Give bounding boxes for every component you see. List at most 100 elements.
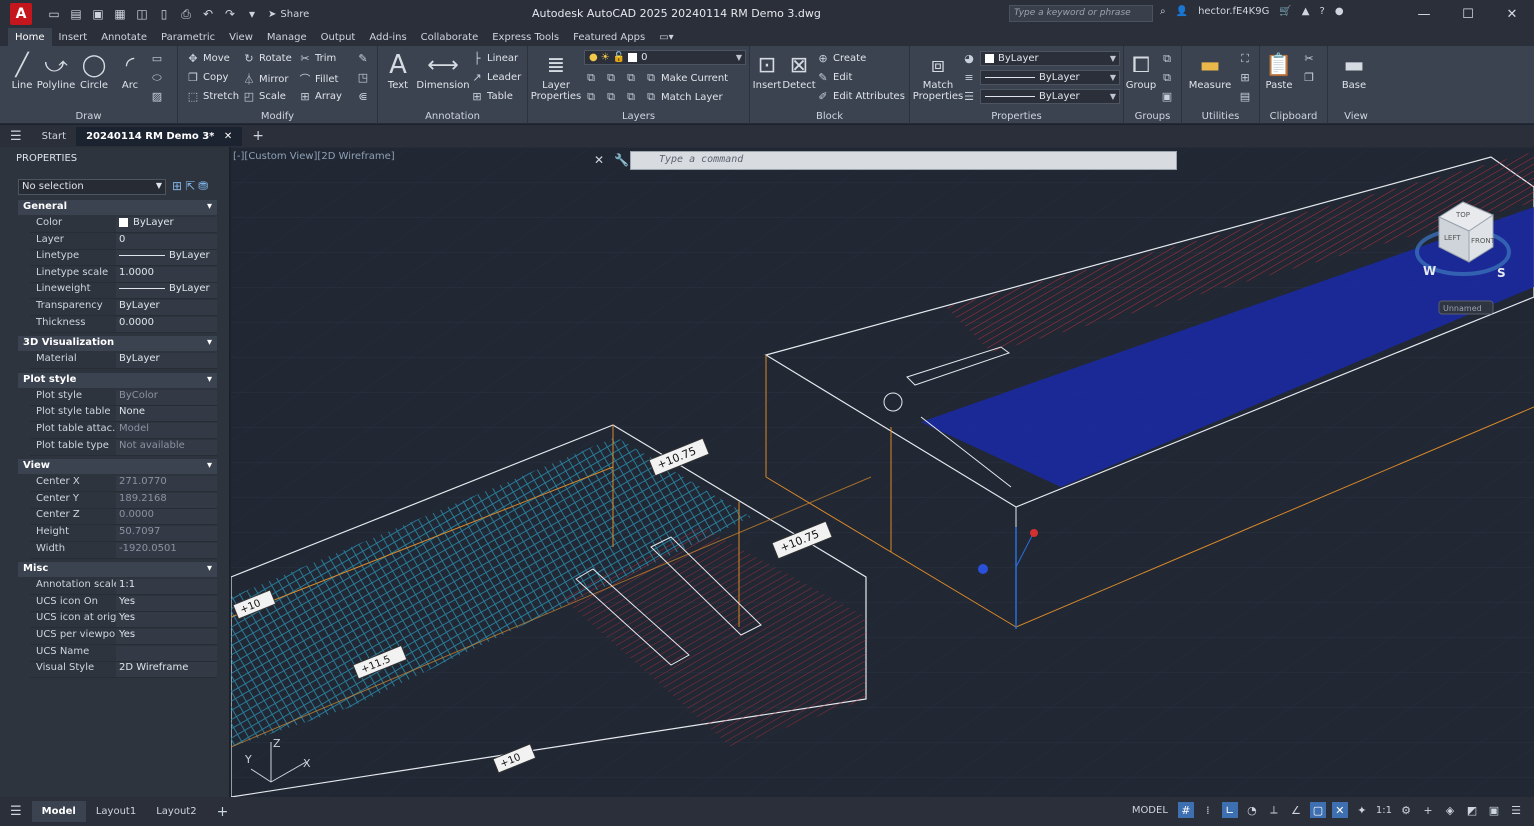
block-panel-label[interactable]: Block xyxy=(750,111,909,122)
undo-icon[interactable]: ↶ xyxy=(200,6,216,22)
property-row[interactable]: Linetype scale 1.0000 xyxy=(30,266,217,283)
graphics-performance-icon[interactable]: ◩ xyxy=(1464,802,1480,818)
match-layer-tool[interactable]: ⧉ Match Layer xyxy=(644,90,723,104)
group-tool[interactable]: ⧠ Group xyxy=(1124,50,1158,92)
object-snap-tracking-icon[interactable]: ∠ xyxy=(1288,802,1304,818)
command-input[interactable]: Type a command xyxy=(630,151,1177,170)
ribbon-tab-view[interactable]: View xyxy=(222,30,260,46)
section-plot[interactable]: Plot style ▾ xyxy=(18,372,217,388)
table-tool[interactable]: ⊞ Table xyxy=(470,90,512,103)
property-value[interactable]: 0.0000 xyxy=(116,509,217,525)
edit-block-tool[interactable]: ✎ Edit xyxy=(816,71,852,84)
viewcube-top-label[interactable]: TOP xyxy=(1455,211,1470,219)
autodesk-a360-icon[interactable]: ▲ xyxy=(1302,6,1310,17)
quick-select-icon[interactable]: ⛃ xyxy=(198,179,208,193)
annotation-visibility-icon[interactable]: ✕ xyxy=(1331,802,1348,818)
collapse-chevron-icon[interactable]: ▾ xyxy=(207,563,212,576)
drawing-viewport[interactable]: Z X Y TOP LEFT FRONT W S Unnamed +10.75 … xyxy=(231,147,1534,797)
viewcube-left-label[interactable]: LEFT xyxy=(1444,234,1461,242)
property-row[interactable]: Center Y 189.2168 xyxy=(30,492,217,509)
offset-icon[interactable]: ⋐ xyxy=(356,90,370,103)
search-icon[interactable]: ⌕ xyxy=(1160,6,1166,17)
polar-icon[interactable]: ◔ xyxy=(1244,802,1260,818)
save-as-icon[interactable]: ▦ xyxy=(112,6,128,22)
property-row[interactable]: UCS icon at orig...Yes xyxy=(30,612,217,629)
property-value[interactable]: 271.0770 xyxy=(116,476,217,492)
property-value[interactable]: ByLayer xyxy=(116,300,217,315)
layout-tab-layout1[interactable]: Layout1 xyxy=(86,801,146,822)
property-value[interactable]: 189.2168 xyxy=(116,492,217,508)
create-block-tool[interactable]: ⊕ Create xyxy=(816,52,866,65)
property-value[interactable]: 0.0000 xyxy=(116,316,217,332)
paste-tool[interactable]: 📋 Paste xyxy=(1260,50,1298,92)
selection-dropdown[interactable]: No selection ▼ xyxy=(18,179,166,195)
select-all-icon[interactable]: ⊞ xyxy=(1238,71,1252,84)
property-value[interactable]: ByLayer xyxy=(116,250,217,266)
compass-west-label[interactable]: W xyxy=(1423,264,1436,278)
collapse-chevron-icon[interactable]: ▾ xyxy=(207,201,212,214)
property-value[interactable]: 1:1 xyxy=(116,579,217,595)
ribbon-tab-parametric[interactable]: Parametric xyxy=(154,30,222,46)
select-objects-icon[interactable]: ⇱ xyxy=(185,179,195,193)
mirror-tool[interactable]: ⏃ Mirror xyxy=(242,71,289,87)
save-web-icon[interactable]: ▯ xyxy=(156,6,172,22)
color-dropdown[interactable]: ByLayer ▼ xyxy=(980,51,1120,66)
share-button[interactable]: ➤ Share xyxy=(268,9,309,20)
new-tab-icon[interactable]: + xyxy=(242,124,274,148)
measure-tool[interactable]: ▬ Measure xyxy=(1188,50,1232,92)
property-row[interactable]: Center X 271.0770 xyxy=(30,476,217,493)
circle-tool[interactable]: ◯ Circle xyxy=(74,50,114,92)
compass-south-label[interactable]: S xyxy=(1497,266,1506,280)
property-row[interactable]: Plot style ByColor xyxy=(30,389,217,406)
section-view[interactable]: View ▾ xyxy=(18,459,217,475)
annotation-panel-label[interactable]: Annotation xyxy=(378,111,527,122)
layout-tab-layout2[interactable]: Layout2 xyxy=(146,801,206,822)
property-row[interactable]: Plot table type Not available xyxy=(30,439,217,456)
ribbon-tab-express-tools[interactable]: Express Tools xyxy=(485,30,566,46)
layer-thaw-icon[interactable]: ⧉ xyxy=(624,90,638,104)
layer-dropdown[interactable]: ● ☀ 🔓 0 ▼ xyxy=(584,50,746,65)
property-value[interactable]: Yes xyxy=(116,629,217,644)
text-tool[interactable]: A Text xyxy=(378,50,418,91)
group-edit-icon[interactable]: ⧉ xyxy=(1160,71,1174,85)
save-icon[interactable]: ▣ xyxy=(90,6,106,22)
detect-tool[interactable]: ⊠ Detect xyxy=(782,50,816,92)
collapse-chevron-icon[interactable]: ▾ xyxy=(207,374,212,387)
learn-icon[interactable]: ● xyxy=(1335,6,1344,17)
property-row[interactable]: Width -1920.0501 xyxy=(30,542,217,559)
close-tab-icon[interactable]: ✕ xyxy=(224,131,232,142)
copy-tool[interactable]: ❐ Copy xyxy=(186,71,228,84)
layer-properties-tool[interactable]: ≣ Layer Properties xyxy=(531,50,582,103)
ribbon-tab-manage[interactable]: Manage xyxy=(260,30,314,46)
layers-panel-label[interactable]: Layers xyxy=(528,111,749,122)
customization-icon[interactable]: ☰ xyxy=(1508,802,1524,818)
view-panel-label[interactable]: View xyxy=(1328,111,1384,122)
command-customize-icon[interactable]: 🔧 xyxy=(614,153,629,167)
redo-icon[interactable]: ↷ xyxy=(222,6,238,22)
open-web-icon[interactable]: ◫ xyxy=(134,6,150,22)
base-view-tool[interactable]: ▬ Base xyxy=(1334,50,1374,92)
leader-tool[interactable]: ↗ Leader xyxy=(470,71,521,84)
scale-tool[interactable]: ◰ Scale xyxy=(242,90,286,103)
drawing-tab[interactable]: 20240114 RM Demo 3* ✕ xyxy=(76,126,243,146)
autocad-logo-icon[interactable]: A xyxy=(10,3,32,25)
erase-icon[interactable]: ✎ xyxy=(356,52,370,65)
property-value[interactable]: ByLayer xyxy=(116,217,217,232)
new-file-icon[interactable]: ▭ xyxy=(46,6,62,22)
viewcube-front-label[interactable]: FRONT xyxy=(1471,237,1496,245)
property-value[interactable]: 50.7097 xyxy=(116,526,217,541)
linear-tool[interactable]: ├ Linear xyxy=(470,52,518,65)
ribbon-tab-collaborate[interactable]: Collaborate xyxy=(414,30,486,46)
layer-unisolate-icon[interactable]: ⧉ xyxy=(604,90,618,104)
modify-panel-label[interactable]: Modify xyxy=(178,111,377,122)
property-value[interactable]: 2D Wireframe xyxy=(116,662,217,678)
user-name[interactable]: hector.fE4K9G xyxy=(1198,6,1269,17)
hamburger-menu-icon[interactable]: ☰ xyxy=(0,125,32,148)
edit-attributes-tool[interactable]: ✐ Edit Attributes xyxy=(816,90,905,103)
draw-panel-label[interactable]: Draw xyxy=(0,111,177,122)
gear-icon[interactable]: ⚙ xyxy=(1398,802,1414,818)
property-row[interactable]: Height 50.7097 xyxy=(30,526,217,542)
property-row[interactable]: UCS icon On Yes xyxy=(30,595,217,612)
collapse-chevron-icon[interactable]: ▾ xyxy=(207,337,212,350)
property-value[interactable]: ByLayer xyxy=(116,353,217,369)
